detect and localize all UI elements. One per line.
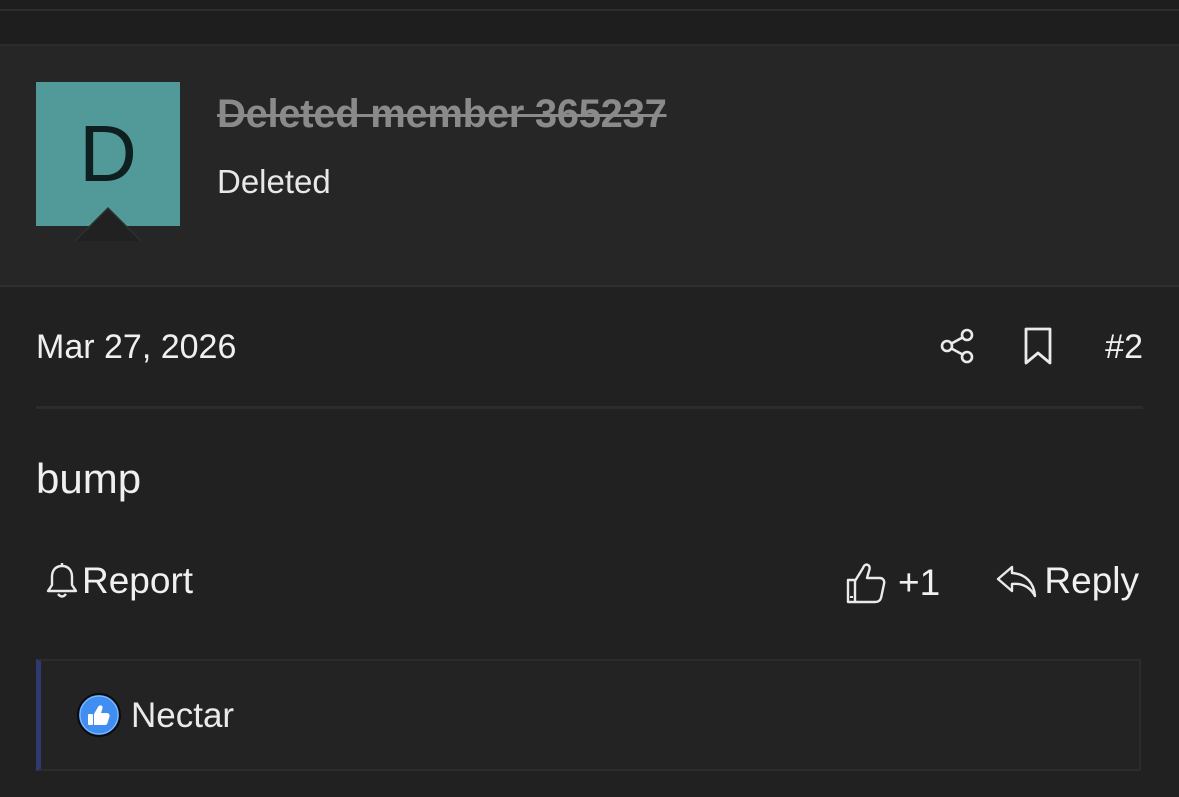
thumbs-up-icon	[846, 563, 886, 604]
post-body: bump	[36, 455, 142, 502]
post-user-block: D Deleted member 365237 Deleted	[0, 46, 1179, 287]
report-button[interactable]: Report	[44, 560, 193, 602]
reply-label: Reply	[1044, 560, 1139, 601]
divider	[0, 9, 1179, 11]
post-actions: Report +1 Reply	[36, 560, 1143, 612]
reply-button[interactable]: Reply	[994, 560, 1139, 602]
user-block-arrow	[74, 207, 142, 241]
reaction-user-link[interactable]: Nectar	[131, 696, 234, 736]
reactions-bar[interactable]: Nectar	[36, 659, 1141, 771]
reply-icon	[997, 565, 1037, 598]
like-button[interactable]: +1	[844, 560, 940, 606]
avatar-letter: D	[79, 109, 137, 198]
avatar[interactable]: D	[36, 82, 180, 226]
report-label: Report	[82, 560, 194, 601]
username[interactable]: Deleted member 365237	[217, 92, 667, 137]
bookmark-icon[interactable]	[1020, 326, 1056, 366]
share-icon[interactable]	[938, 326, 978, 366]
post-date[interactable]: Mar 27, 2026	[36, 328, 236, 367]
post-number-link[interactable]: #2	[1105, 328, 1143, 367]
bell-icon	[46, 563, 78, 598]
thumbs-up-reaction-icon	[77, 693, 121, 737]
previous-post-footer	[0, 0, 1179, 46]
user-title: Deleted	[217, 163, 331, 200]
like-count: +1	[898, 562, 941, 603]
post-meta-row: Mar 27, 2026 #2	[36, 326, 1143, 370]
post-divider	[36, 406, 1143, 409]
